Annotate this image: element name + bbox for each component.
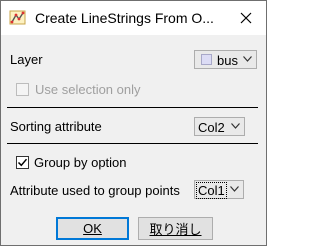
title-bar[interactable]: Create LineStrings From O... bbox=[1, 1, 266, 35]
layer-select[interactable]: bus bbox=[194, 50, 257, 69]
chevron-down-icon bbox=[230, 186, 239, 192]
ok-button-label: OK bbox=[83, 221, 102, 236]
close-button[interactable] bbox=[233, 5, 259, 31]
cancel-button-label: 取り消し bbox=[149, 222, 202, 237]
layer-swatch-icon bbox=[201, 54, 212, 65]
divider bbox=[7, 143, 258, 144]
chevron-down-icon bbox=[243, 56, 252, 62]
window-title: Create LineStrings From O... bbox=[35, 10, 214, 26]
dialog-window: Create LineStrings From O... Layer bus U… bbox=[0, 0, 267, 246]
ok-button[interactable]: OK bbox=[56, 217, 129, 240]
group-attribute-label: Attribute used to group points bbox=[10, 183, 180, 198]
use-selection-label: Use selection only bbox=[35, 82, 141, 97]
checkmark-icon bbox=[17, 158, 28, 167]
sorting-attribute-select[interactable]: Col2 bbox=[194, 117, 245, 136]
sorting-attribute-value: Col2 bbox=[198, 120, 225, 135]
group-by-checkbox[interactable] bbox=[16, 156, 29, 169]
group-by-label: Group by option bbox=[34, 155, 127, 170]
use-selection-checkbox[interactable] bbox=[16, 83, 29, 96]
group-attribute-value: Col1 bbox=[196, 182, 227, 199]
layer-label: Layer bbox=[10, 52, 43, 67]
app-icon bbox=[9, 10, 26, 25]
dialog-body: Layer bus Use selection only Sorting att… bbox=[1, 35, 266, 245]
group-attribute-select[interactable]: Col1 bbox=[194, 180, 244, 199]
sorting-attribute-label: Sorting attribute bbox=[10, 119, 102, 134]
close-icon bbox=[240, 12, 252, 24]
chevron-down-icon bbox=[231, 123, 240, 129]
cancel-button[interactable]: 取り消し bbox=[138, 217, 213, 240]
divider bbox=[7, 107, 258, 108]
layer-select-value: bus bbox=[217, 53, 238, 68]
